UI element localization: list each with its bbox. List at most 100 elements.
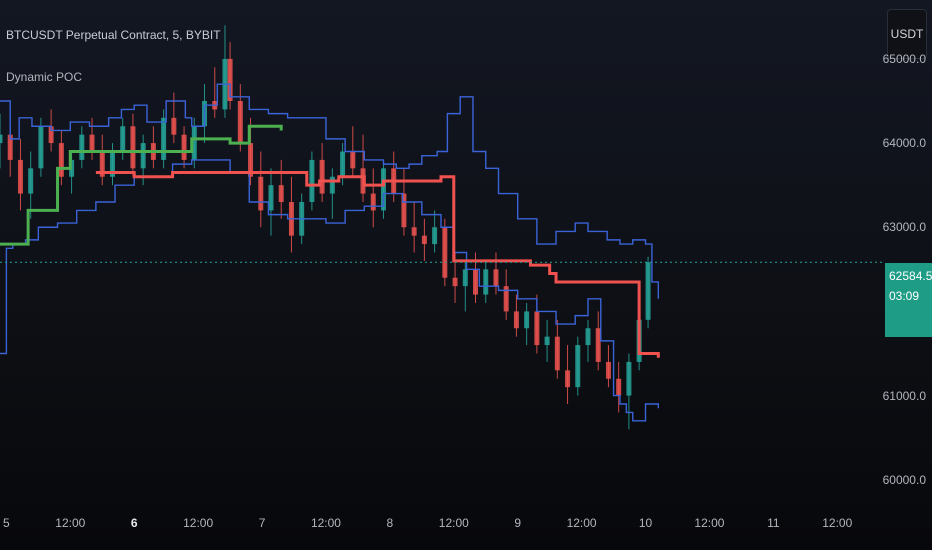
candle xyxy=(17,138,23,211)
candle-body xyxy=(309,159,315,202)
candle xyxy=(0,113,3,169)
candle-body xyxy=(645,262,651,320)
candle-body xyxy=(319,159,325,194)
candle xyxy=(442,218,448,287)
candle xyxy=(391,151,397,202)
candle-body xyxy=(181,134,187,160)
candle xyxy=(329,168,335,219)
candle xyxy=(181,126,187,169)
candle xyxy=(212,67,218,118)
candle xyxy=(150,126,156,169)
candle-body xyxy=(370,193,376,211)
candle xyxy=(483,260,489,303)
x-tick-label: 10 xyxy=(638,516,653,530)
candle xyxy=(554,319,560,379)
candle-body xyxy=(513,311,519,329)
chart-root: BTCUSDT Perpetual Contract, 5, BYBIT Dyn… xyxy=(0,0,932,550)
candle-body xyxy=(442,227,448,278)
candle-body xyxy=(171,117,177,135)
candle xyxy=(237,84,243,152)
candle xyxy=(58,130,64,186)
x-tick-label: 12:00 xyxy=(438,516,469,530)
candle xyxy=(595,311,601,371)
candle-body xyxy=(17,159,23,194)
candle xyxy=(565,345,571,404)
candle-body xyxy=(595,328,601,362)
x-tick-label: 12:00 xyxy=(566,516,597,530)
candle-body xyxy=(554,336,560,371)
x-tick-label: 9 xyxy=(514,516,522,530)
candle-body xyxy=(89,134,95,152)
candle-body xyxy=(462,269,468,287)
candle xyxy=(109,143,115,186)
candle-body xyxy=(411,227,417,236)
candle xyxy=(645,256,651,329)
candle-body xyxy=(38,126,44,169)
lower-band-line xyxy=(0,159,660,422)
candle-body xyxy=(585,328,591,346)
x-tick-label: 12:00 xyxy=(55,516,86,530)
candle xyxy=(319,143,325,202)
candle xyxy=(544,319,550,362)
candle xyxy=(161,109,167,169)
candle-body xyxy=(258,176,264,211)
candle xyxy=(258,151,264,228)
candle xyxy=(268,168,274,236)
candle-body xyxy=(452,277,458,287)
candle xyxy=(120,117,126,160)
x-tick-label: 12:00 xyxy=(822,516,853,530)
candle xyxy=(493,252,499,295)
candle xyxy=(28,151,34,219)
x-tick-label: 12:00 xyxy=(183,516,214,530)
candle xyxy=(411,202,417,253)
candle xyxy=(222,25,228,118)
y-tick-label: 64000.0 xyxy=(882,136,926,151)
candle-body xyxy=(237,101,243,144)
last-price-value: 62584.5 xyxy=(889,269,932,283)
candle-body xyxy=(278,185,284,202)
candle xyxy=(605,345,611,388)
chart-plot[interactable] xyxy=(0,0,932,550)
candle-body xyxy=(161,117,167,160)
candle xyxy=(575,336,581,396)
candle xyxy=(278,159,284,219)
candle xyxy=(503,269,509,320)
bar-countdown: 03:09 xyxy=(889,289,920,303)
x-tick-label: 12:00 xyxy=(310,516,341,530)
x-tick-label: 12:00 xyxy=(694,516,725,530)
candle xyxy=(309,151,315,211)
x-tick-label: 8 xyxy=(386,516,394,530)
candle-body xyxy=(483,269,489,295)
poc-line xyxy=(95,171,660,358)
candle xyxy=(99,134,105,186)
candle xyxy=(585,319,591,362)
last-price-tag: 62584.5 03:09 xyxy=(885,263,932,337)
candle xyxy=(360,134,366,202)
candle-body xyxy=(524,311,530,329)
candle xyxy=(227,42,233,110)
y-tick-label: 63000.0 xyxy=(882,220,926,235)
candle xyxy=(288,176,294,253)
candle-body xyxy=(575,345,581,388)
candle-body xyxy=(626,361,632,396)
candle-body xyxy=(58,143,64,177)
candle-body xyxy=(329,176,335,194)
candle-body xyxy=(268,185,274,211)
symbol-title[interactable]: BTCUSDT Perpetual Contract, 5, BYBIT xyxy=(6,28,221,42)
candle-body xyxy=(120,126,126,152)
candle-body xyxy=(565,370,571,388)
candle xyxy=(626,353,632,430)
candle xyxy=(432,210,438,253)
upper-band-line xyxy=(0,83,660,299)
candle xyxy=(79,126,85,169)
candle-body xyxy=(534,311,540,346)
candle-body xyxy=(79,134,85,160)
candle-body xyxy=(544,336,550,346)
candle xyxy=(370,168,376,228)
candle-body xyxy=(616,378,622,396)
candle xyxy=(130,113,136,177)
candle xyxy=(421,218,427,261)
candle xyxy=(616,361,622,413)
indicator-label[interactable]: Dynamic POC xyxy=(6,70,82,84)
candle xyxy=(380,159,386,219)
